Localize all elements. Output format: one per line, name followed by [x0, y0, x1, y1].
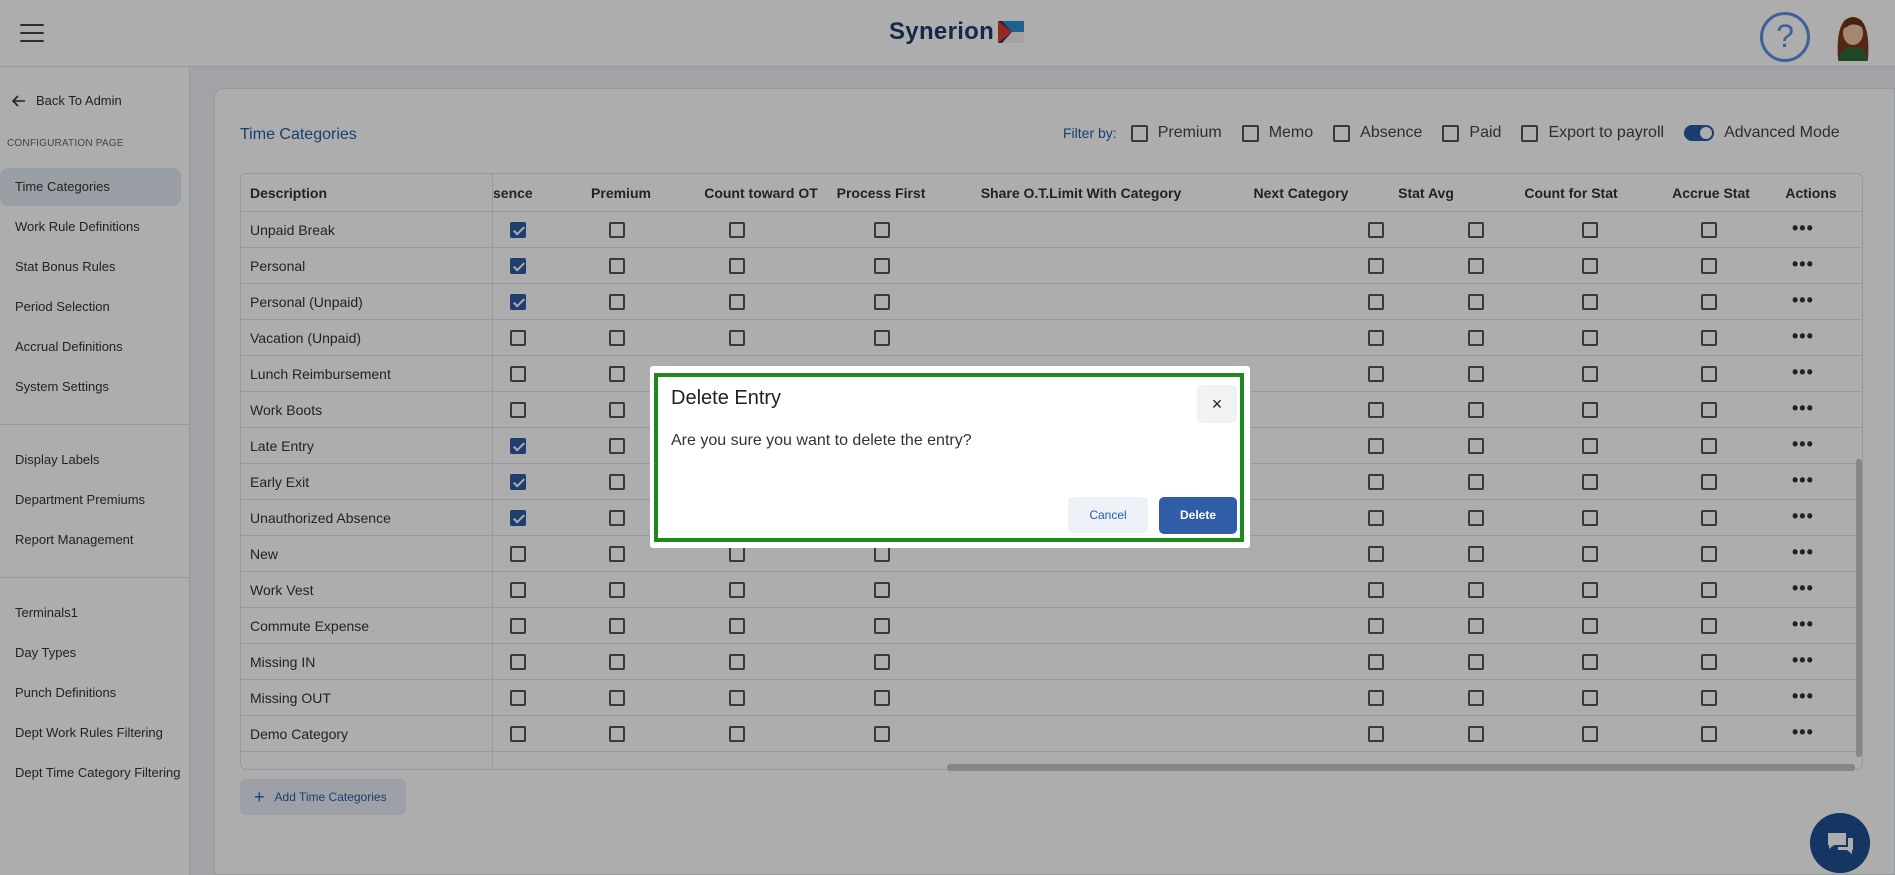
delete-button[interactable]: Delete	[1159, 497, 1237, 534]
dialog-message: Are you sure you want to delete the entr…	[671, 432, 972, 449]
close-icon[interactable]: ×	[1197, 385, 1237, 423]
cancel-button[interactable]: Cancel	[1068, 497, 1148, 533]
delete-entry-dialog: Delete Entry × Are you sure you want to …	[650, 366, 1250, 548]
dialog-highlight-frame: Delete Entry × Are you sure you want to …	[654, 373, 1244, 542]
dialog-title: Delete Entry	[671, 387, 782, 409]
